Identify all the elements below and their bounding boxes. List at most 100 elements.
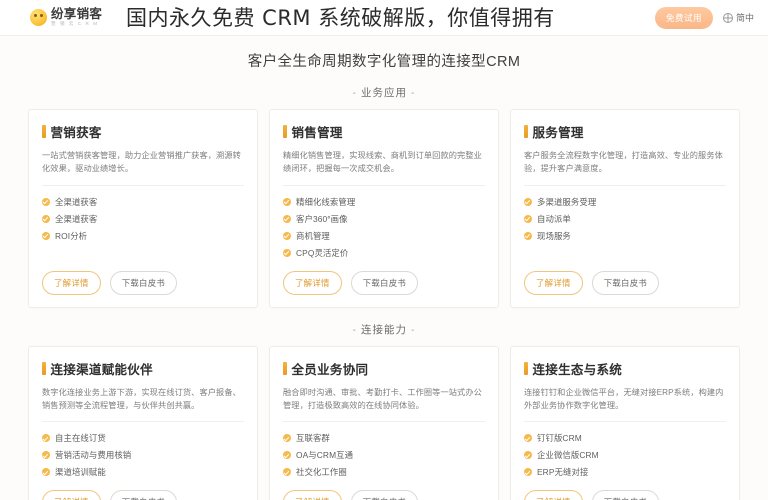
list-item: 渠道培训赋能 <box>42 466 244 478</box>
card-title: 连接渠道赋能伙伴 <box>50 362 153 377</box>
card-sales[interactable]: 销售管理 精细化销售管理，实现线索、商机到订单回款的完整业绩闭环，把握每一次成交… <box>269 109 499 308</box>
card-description: 一站式营销获客管理，助力企业营销推广获客，溯源转化效果，驱动业绩增长。 <box>42 149 244 186</box>
article-overlay-title: 国内永久免费 CRM 系统破解版，你值得拥有 <box>126 6 555 30</box>
list-item: 社交化工作圈 <box>283 466 485 478</box>
card-ecosystem-systems[interactable]: 连接生态与系统 连接钉钉和企业微信平台，无缝对接ERP系统，构建内外部业务协作数… <box>510 345 740 500</box>
list-item: 商机管理 <box>283 230 485 242</box>
download-whitepaper-button[interactable]: 下载白皮书 <box>350 270 419 295</box>
download-whitepaper-button[interactable]: 下载白皮书 <box>350 490 419 500</box>
list-item: 全渠道获客 <box>42 213 244 225</box>
feature-label: 钉钉版CRM <box>537 433 582 444</box>
section-label-business: - 业务应用 - <box>0 85 768 100</box>
list-item: 全渠道获客 <box>42 196 244 208</box>
accent-bar-icon <box>42 361 46 375</box>
feature-label: 企业微信版CRM <box>537 450 599 461</box>
card-service[interactable]: 服务管理 客户服务全流程数字化管理，打造高效、专业的服务体验，提升客户满意度。 … <box>510 109 740 308</box>
list-item: 互联客群 <box>283 432 485 444</box>
card-title: 销售管理 <box>291 126 343 140</box>
card-title: 服务管理 <box>532 126 584 140</box>
feature-label: 精细化线索管理 <box>296 196 356 207</box>
list-item: 客户360°画像 <box>283 213 485 225</box>
list-item: ROI分析 <box>42 230 244 242</box>
list-item: ERP无缝对接 <box>524 466 726 478</box>
card-title-row: 服务管理 <box>524 122 726 141</box>
feature-label: 渠道培训赋能 <box>55 467 106 478</box>
check-circle-icon <box>42 434 50 443</box>
card-actions: 了解详情 下载白皮书 <box>283 270 485 295</box>
check-circle-icon <box>283 231 291 240</box>
download-whitepaper-button[interactable]: 下载白皮书 <box>109 490 178 500</box>
feature-label: 社交化工作圈 <box>296 467 347 478</box>
list-item: 企业微信版CRM <box>524 449 726 461</box>
feature-label: 全渠道获客 <box>55 213 98 224</box>
download-whitepaper-button[interactable]: 下载白皮书 <box>591 270 660 295</box>
list-item: CPQ灵活定价 <box>283 247 485 259</box>
list-item: 自主在线订货 <box>42 432 244 444</box>
card-title-row: 连接渠道赋能伙伴 <box>42 359 244 378</box>
list-item: 营销活动与费用核销 <box>42 449 244 461</box>
accent-bar-icon <box>524 361 528 375</box>
check-circle-icon <box>283 468 291 477</box>
card-title-row: 营销获客 <box>42 122 244 141</box>
accent-bar-icon <box>42 125 46 138</box>
feature-label: 客户360°画像 <box>296 213 348 224</box>
check-circle-icon <box>42 197 50 206</box>
language-switcher[interactable]: 简中 <box>722 11 754 24</box>
card-marketing[interactable]: 营销获客 一站式营销获客管理，助力企业营销推广获客，溯源转化效果，驱动业绩增长。… <box>28 109 258 308</box>
check-circle-icon <box>283 434 291 443</box>
card-actions: 了解详情 下载白皮书 <box>524 490 726 500</box>
feature-label: ROI分析 <box>55 230 88 241</box>
check-circle-icon <box>42 468 50 477</box>
card-description: 融合即时沟通、审批、考勤打卡、工作圈等一站式办公管理，打造极致高效的在线协同体验… <box>283 386 485 423</box>
dash-left: - <box>352 87 357 99</box>
card-team-collaboration[interactable]: 全员业务协同 融合即时沟通、审批、考勤打卡、工作圈等一站式办公管理，打造极致高效… <box>269 345 499 500</box>
list-item: 自动派单 <box>524 213 726 225</box>
learn-more-button[interactable]: 了解详情 <box>524 270 583 295</box>
card-title-row: 销售管理 <box>283 122 485 141</box>
check-circle-icon <box>283 248 291 257</box>
download-whitepaper-button[interactable]: 下载白皮书 <box>109 270 178 295</box>
check-circle-icon <box>42 451 50 460</box>
card-title: 营销获客 <box>50 126 102 140</box>
feature-label: ERP无缝对接 <box>537 467 589 478</box>
learn-more-button[interactable]: 了解详情 <box>283 490 342 500</box>
download-whitepaper-button[interactable]: 下载白皮书 <box>591 490 660 500</box>
language-label: 简中 <box>735 13 754 23</box>
page-subtitle: 客户全生命周期数字化管理的连接型CRM <box>247 54 521 70</box>
card-actions: 了解详情 下载白皮书 <box>283 490 485 500</box>
card-channel-partners[interactable]: 连接渠道赋能伙伴 数字化连接业务上游下游，实现在线订货、客户报备、销售预测等全流… <box>28 345 258 500</box>
feature-list: 精细化线索管理 客户360°画像 商机管理 CPQ灵活定价 <box>283 196 485 259</box>
section-label-connect: - 连接能力 - <box>0 322 768 337</box>
logo-name: 纷享销客 <box>51 7 103 22</box>
list-item: 精细化线索管理 <box>283 196 485 208</box>
card-description: 数字化连接业务上游下游，实现在线订货、客户报备、销售预测等全流程管理，与伙伴共创… <box>42 386 244 423</box>
check-circle-icon <box>283 197 291 206</box>
check-circle-icon <box>283 214 291 223</box>
list-item: OA与CRM互通 <box>283 449 485 461</box>
section-label-text: 业务应用 <box>361 87 407 99</box>
check-circle-icon <box>524 231 532 240</box>
feature-label: 现场服务 <box>537 230 571 241</box>
card-title-row: 全员业务协同 <box>283 359 485 378</box>
feature-label: 互联客群 <box>296 433 330 444</box>
globe-icon <box>722 12 733 23</box>
learn-more-button[interactable]: 了解详情 <box>283 270 342 295</box>
fox-avatar-icon <box>30 9 47 26</box>
check-circle-icon <box>524 197 532 206</box>
feature-label: 自主在线订货 <box>55 433 106 444</box>
logo-text: 纷享销客 营 销 云 C R M <box>51 8 102 27</box>
feature-list: 多渠道服务受理 自动派单 现场服务 <box>524 196 726 259</box>
feature-label: 营销活动与费用核销 <box>55 450 132 461</box>
learn-more-button[interactable]: 了解详情 <box>42 270 101 295</box>
learn-more-button[interactable]: 了解详情 <box>42 490 101 500</box>
learn-more-button[interactable]: 了解详情 <box>524 490 583 500</box>
card-title: 全员业务协同 <box>291 362 369 377</box>
free-trial-button[interactable]: 免费试用 <box>654 6 713 29</box>
card-title: 连接生态与系统 <box>532 362 623 377</box>
logo-subtitle: 营 销 云 C R M <box>51 21 99 27</box>
check-circle-icon <box>524 434 532 443</box>
section-label-text: 连接能力 <box>361 323 407 336</box>
accent-bar-icon <box>283 361 287 375</box>
brand-logo[interactable]: 纷享销客 营 销 云 C R M <box>30 8 102 27</box>
accent-bar-icon <box>524 125 528 138</box>
